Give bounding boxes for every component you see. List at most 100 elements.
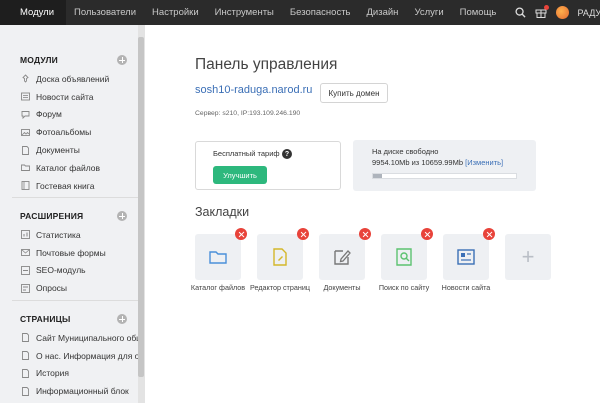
sidebar-item-label: Почтовые формы bbox=[36, 247, 106, 258]
gift-icon[interactable] bbox=[535, 5, 549, 18]
chart-icon bbox=[21, 230, 30, 240]
sidebar-item-mail-forms[interactable]: Почтовые формы bbox=[0, 244, 139, 262]
edit-document-icon bbox=[334, 250, 351, 265]
sidebar-item-page[interactable]: Сайт Муниципального общес bbox=[0, 329, 139, 347]
plus-icon: + bbox=[521, 244, 535, 269]
remove-bookmark-icon[interactable] bbox=[235, 228, 247, 240]
help-icon[interactable]: ? bbox=[282, 149, 292, 159]
remove-bookmark-icon[interactable] bbox=[297, 228, 309, 240]
remove-bookmark-icon[interactable] bbox=[421, 228, 433, 240]
news-icon bbox=[457, 249, 475, 265]
sidebar-item-label: История bbox=[36, 368, 69, 379]
topnav-users[interactable]: Пользователи bbox=[66, 0, 144, 25]
section-title: МОДУЛИ bbox=[20, 55, 58, 65]
sidebar-scrollbar-thumb[interactable] bbox=[138, 37, 144, 377]
book-icon bbox=[21, 181, 30, 191]
page-title: Панель управления bbox=[195, 56, 338, 73]
news-icon bbox=[21, 92, 30, 101]
search-page-icon bbox=[396, 248, 412, 266]
buy-domain-button[interactable]: Купить домен bbox=[320, 83, 388, 103]
sidebar-item-label: SEO-модуль bbox=[36, 265, 86, 276]
sidebar-item-label: О нас. Информация для обра bbox=[36, 350, 139, 361]
bookmark-label: Документы bbox=[323, 283, 361, 292]
bookmark-label: Поиск по сайту bbox=[378, 283, 430, 292]
add-module-plus-icon[interactable] bbox=[117, 55, 127, 65]
tariff-label: Бесплатный тариф bbox=[213, 149, 280, 158]
mail-icon bbox=[21, 248, 30, 257]
bookmark-documents[interactable] bbox=[319, 228, 371, 280]
bookmark-label: Каталог файлов bbox=[190, 283, 246, 292]
sidebar-section-modules: МОДУЛИ Доска объявлений Новости сайта Фо… bbox=[0, 50, 139, 195]
top-nav: Модули Пользователи Настройки Инструмент… bbox=[0, 0, 504, 25]
sidebar-section-header: МОДУЛИ bbox=[0, 50, 139, 70]
add-page-plus-icon[interactable] bbox=[117, 314, 127, 324]
sidebar-scrollbar[interactable] bbox=[138, 25, 144, 403]
page-icon bbox=[21, 333, 30, 343]
topnav-services[interactable]: Услуги bbox=[406, 0, 451, 25]
user-name[interactable]: РАДУГ bbox=[578, 8, 600, 18]
sidebar-item-statistics[interactable]: Статистика bbox=[0, 226, 139, 244]
remove-bookmark-icon[interactable] bbox=[483, 228, 495, 240]
topnav-settings[interactable]: Настройки bbox=[144, 0, 207, 25]
bookmark-label: Новости сайта bbox=[441, 283, 491, 292]
sidebar-item-guestbook[interactable]: Гостевая книга bbox=[0, 177, 139, 195]
page-editor-icon bbox=[273, 248, 287, 266]
sidebar-item-label: Статистика bbox=[36, 229, 81, 240]
top-navigation-bar: Модули Пользователи Настройки Инструмент… bbox=[0, 0, 600, 25]
sidebar-item-polls[interactable]: Опросы bbox=[0, 279, 139, 297]
search-icon[interactable] bbox=[514, 7, 526, 18]
server-info: Сервер: s210, IP:193.109.246.190 bbox=[195, 110, 301, 117]
tariff-card: Бесплатный тариф ? Улучшить bbox=[195, 141, 341, 190]
bookmark-site-news[interactable] bbox=[443, 228, 495, 280]
divider bbox=[12, 197, 139, 198]
upgrade-button[interactable]: Улучшить bbox=[213, 166, 267, 184]
sidebar-item-label: Каталог файлов bbox=[36, 162, 101, 173]
sidebar-item-page[interactable]: О нас. Информация для обра bbox=[0, 347, 139, 365]
sidebar-item-label: Информационный блок bbox=[36, 386, 129, 397]
notification-dot bbox=[543, 5, 549, 10]
disk-free-line: 9954.10Mb из 10659.99Mb [Изменить] bbox=[372, 158, 503, 167]
change-disk-link[interactable]: [Изменить] bbox=[465, 158, 503, 167]
sidebar-item-page[interactable]: История bbox=[0, 365, 139, 383]
sidebar-item-seo[interactable]: SEO-модуль bbox=[0, 262, 139, 280]
folder-icon bbox=[209, 251, 227, 264]
bookmark-page-editor[interactable] bbox=[257, 228, 309, 280]
pin-icon bbox=[21, 74, 30, 84]
chat-icon bbox=[21, 110, 30, 119]
disk-free-value: 9954.10Mb из 10659.99Mb bbox=[372, 158, 464, 167]
disk-title: На диске свободно bbox=[372, 147, 439, 156]
sidebar-item-forum[interactable]: Форум bbox=[0, 106, 139, 124]
page-icon bbox=[21, 369, 30, 378]
photo-icon bbox=[21, 128, 30, 137]
sidebar-item-file-catalog[interactable]: Каталог файлов bbox=[0, 159, 139, 177]
sidebar-item-photos[interactable]: Фотоальбомы bbox=[0, 123, 139, 141]
sidebar-item-news[interactable]: Новости сайта bbox=[0, 88, 139, 106]
topnav-security[interactable]: Безопасность bbox=[282, 0, 359, 25]
topnav-modules[interactable]: Модули bbox=[0, 0, 67, 25]
sidebar-section-extensions: РАСШИРЕНИЯ Статистика Почтовые формы SEO… bbox=[0, 206, 139, 297]
bookmark-site-search[interactable] bbox=[381, 228, 433, 280]
sidebar-section-header: СТРАНИЦЫ bbox=[0, 309, 139, 329]
topnav-design[interactable]: Дизайн bbox=[359, 0, 407, 25]
bookmark-file-catalog[interactable] bbox=[195, 228, 247, 280]
sidebar-item-documents[interactable]: Документы bbox=[0, 141, 139, 159]
disk-usage-bar bbox=[372, 173, 517, 179]
site-link[interactable]: sosh10-raduga.narod.ru bbox=[195, 84, 312, 96]
sidebar-item-page[interactable]: Информационный блок bbox=[0, 382, 139, 400]
sidebar-item-label: Опросы bbox=[36, 283, 68, 294]
user-avatar[interactable] bbox=[555, 6, 569, 19]
main-panel: Панель управления sosh10-raduga.narod.ru… bbox=[145, 25, 600, 403]
sidebar-item-label: Доска объявлений bbox=[36, 73, 110, 84]
sidebar-item-label: Гостевая книга bbox=[36, 180, 95, 191]
top-right-tools: РАДУГ bbox=[514, 0, 600, 25]
sidebar-item-label: Новости сайта bbox=[36, 91, 94, 102]
sidebar-item-board[interactable]: Доска объявлений bbox=[0, 70, 139, 88]
topnav-tools[interactable]: Инструменты bbox=[207, 0, 282, 25]
remove-bookmark-icon[interactable] bbox=[359, 228, 371, 240]
add-extension-plus-icon[interactable] bbox=[117, 211, 127, 221]
add-bookmark-button[interactable]: + bbox=[505, 234, 551, 280]
topnav-help[interactable]: Помощь bbox=[452, 0, 505, 25]
sidebar-item-label: Фотоальбомы bbox=[36, 127, 92, 138]
sidebar: МОДУЛИ Доска объявлений Новости сайта Фо… bbox=[0, 25, 145, 403]
sidebar-section-header: РАСШИРЕНИЯ bbox=[0, 206, 139, 226]
